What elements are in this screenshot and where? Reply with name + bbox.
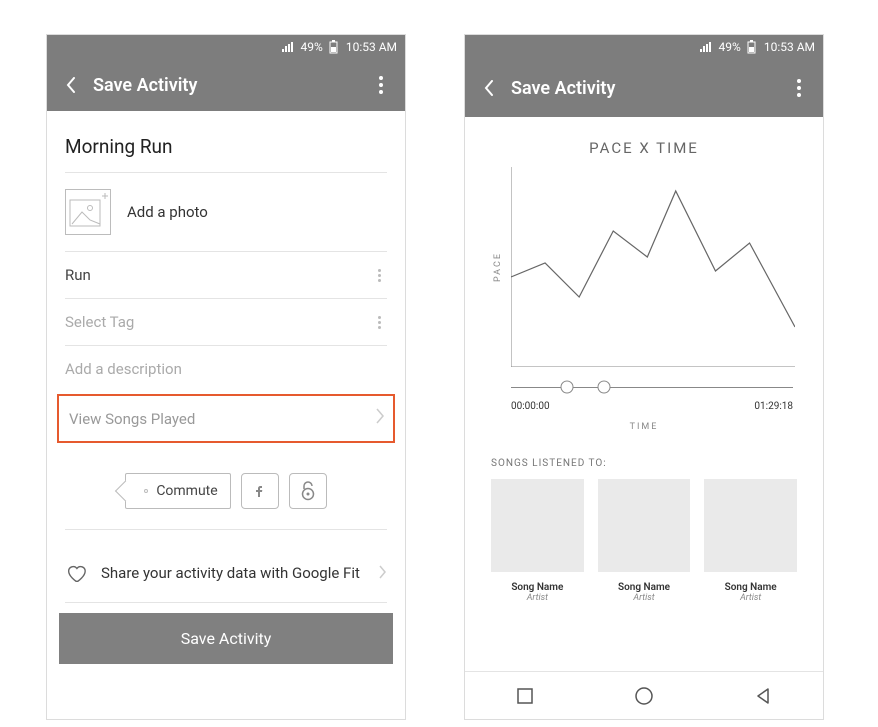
more-icon[interactable] bbox=[371, 269, 387, 282]
overflow-menu-icon[interactable] bbox=[369, 73, 393, 97]
privacy-unlock-button[interactable] bbox=[289, 473, 327, 509]
song-card[interactable]: Song Name Artist bbox=[598, 479, 691, 603]
song-artist: Artist bbox=[633, 593, 654, 603]
back-button[interactable] bbox=[59, 73, 83, 97]
phone-screen-pace-chart: 49% 10:53 AM Save Activity PACE X TIME P… bbox=[464, 34, 824, 720]
scrubber-track bbox=[511, 387, 793, 388]
select-tag-placeholder: Select Tag bbox=[65, 313, 134, 331]
chevron-right-icon bbox=[375, 408, 385, 429]
battery-percent: 49% bbox=[301, 40, 323, 54]
description-input[interactable]: Add a description bbox=[47, 346, 405, 392]
song-name: Song Name bbox=[725, 582, 777, 593]
facebook-icon bbox=[252, 483, 268, 499]
battery-percent: 49% bbox=[719, 40, 741, 54]
overflow-menu-icon[interactable] bbox=[787, 76, 811, 100]
status-time: 10:53 AM bbox=[764, 40, 815, 54]
song-artist: Artist bbox=[740, 593, 761, 603]
heart-icon bbox=[65, 562, 87, 584]
share-google-fit-row[interactable]: Share your activity data with Google Fit bbox=[47, 544, 405, 602]
status-bar: 49% 10:53 AM bbox=[47, 35, 405, 59]
song-name: Song Name bbox=[618, 582, 670, 593]
songs-header: SONGS LISTENED TO: bbox=[491, 458, 823, 469]
add-photo-button[interactable]: Add a photo bbox=[47, 173, 405, 251]
time-scrubber[interactable] bbox=[511, 379, 793, 395]
scrubber-handle-start[interactable] bbox=[561, 381, 574, 394]
song-card[interactable]: Song Name Artist bbox=[491, 479, 584, 603]
time-end: 01:29:18 bbox=[754, 401, 793, 412]
save-activity-button[interactable]: Save Activity bbox=[59, 613, 393, 664]
song-art-placeholder bbox=[491, 479, 584, 572]
view-songs-played-row[interactable]: View Songs Played bbox=[57, 394, 395, 443]
chart-xlabel: TIME bbox=[465, 422, 823, 432]
app-bar: Save Activity bbox=[47, 59, 405, 111]
commute-label: Commute bbox=[156, 483, 217, 499]
battery-icon bbox=[747, 40, 756, 54]
chart-ylabel: PACE bbox=[493, 252, 503, 282]
time-labels: 00:00:00 01:29:18 bbox=[511, 401, 793, 412]
tag-row: Commute bbox=[47, 443, 405, 529]
song-art-placeholder bbox=[704, 479, 797, 572]
nav-home-button[interactable] bbox=[633, 685, 655, 707]
select-tag-row[interactable]: Select Tag bbox=[47, 299, 405, 345]
battery-icon bbox=[329, 40, 338, 54]
app-title: Save Activity bbox=[511, 78, 787, 99]
android-nav-bar bbox=[465, 671, 823, 719]
content: PACE X TIME PACE 00:00:00 01:29:18 TIME … bbox=[465, 117, 823, 719]
facebook-share-button[interactable] bbox=[241, 473, 279, 509]
back-button[interactable] bbox=[477, 76, 501, 100]
chart-svg bbox=[511, 167, 795, 367]
content: Morning Run Add a photo Run Select Tag bbox=[47, 111, 405, 719]
share-label: Share your activity data with Google Fit bbox=[101, 563, 365, 584]
songs-grid: Song Name Artist Song Name Artist Song N… bbox=[465, 479, 823, 603]
song-name: Song Name bbox=[511, 582, 563, 593]
status-time: 10:53 AM bbox=[346, 40, 397, 54]
nav-back-button[interactable] bbox=[752, 685, 774, 707]
add-photo-label: Add a photo bbox=[127, 203, 208, 221]
song-art-placeholder bbox=[598, 479, 691, 572]
activity-type-row[interactable]: Run bbox=[47, 252, 405, 298]
divider bbox=[65, 602, 387, 603]
activity-type-label: Run bbox=[65, 266, 91, 284]
divider bbox=[65, 529, 387, 530]
description-placeholder: Add a description bbox=[65, 360, 182, 378]
signal-icon bbox=[281, 41, 295, 53]
unlock-icon bbox=[300, 481, 316, 501]
song-card[interactable]: Song Name Artist bbox=[704, 479, 797, 603]
nav-recent-button[interactable] bbox=[514, 685, 536, 707]
song-artist: Artist bbox=[527, 593, 548, 603]
signal-icon bbox=[699, 41, 713, 53]
activity-title-input[interactable]: Morning Run bbox=[47, 111, 405, 172]
view-songs-label: View Songs Played bbox=[69, 410, 195, 428]
app-title: Save Activity bbox=[93, 75, 369, 96]
time-start: 00:00:00 bbox=[511, 401, 550, 412]
commute-tag-chip[interactable]: Commute bbox=[125, 473, 230, 509]
photo-placeholder-icon bbox=[65, 189, 111, 235]
scrubber-handle-end[interactable] bbox=[598, 381, 611, 394]
status-bar: 49% 10:53 AM bbox=[465, 35, 823, 59]
app-bar: Save Activity bbox=[465, 59, 823, 117]
more-icon[interactable] bbox=[371, 316, 387, 329]
phone-screen-save-activity: 49% 10:53 AM Save Activity Morning Run A… bbox=[46, 34, 406, 720]
chart-title: PACE X TIME bbox=[465, 117, 823, 167]
chevron-right-icon bbox=[379, 563, 387, 584]
pace-chart: PACE bbox=[511, 167, 795, 367]
